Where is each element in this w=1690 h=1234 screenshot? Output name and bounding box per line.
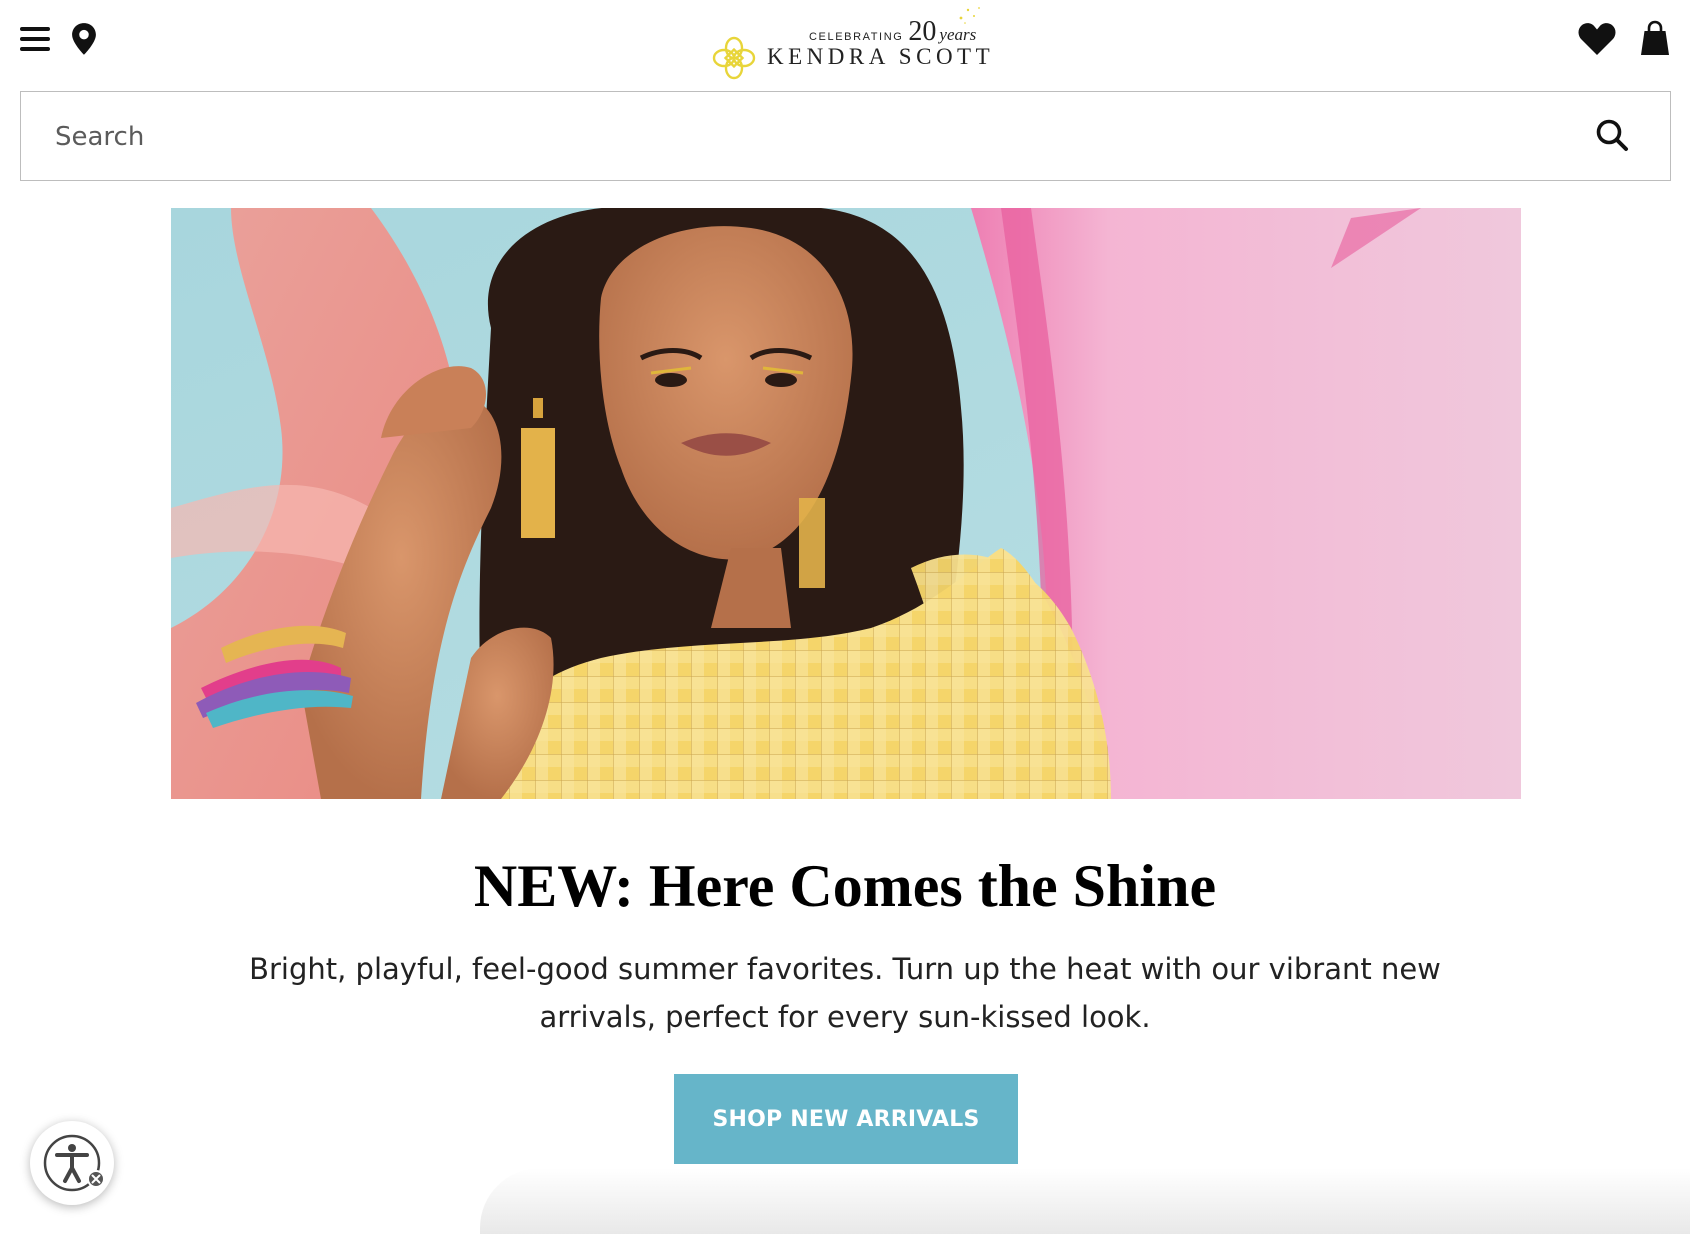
promo-description: Bright, playful, feel-good summer favori… (249, 952, 1441, 1034)
map-pin-icon[interactable] (70, 22, 98, 56)
years-text: years (939, 25, 977, 44)
heart-icon[interactable] (1578, 22, 1616, 56)
sparkle-icon (959, 7, 980, 24)
search-input[interactable] (55, 114, 1505, 160)
logo-flower-icon (712, 36, 756, 80)
search-bar (20, 91, 1671, 181)
hamburger-menu-icon[interactable] (20, 26, 50, 52)
celebrating-text: CELEBRATING (809, 31, 904, 43)
kendra-scott-logo[interactable]: CELEBRATING 20 years KENDRA SCOTT (705, 2, 995, 86)
hero-image[interactable] (171, 208, 1521, 799)
accessibility-widget-button[interactable] (30, 1121, 114, 1205)
shopping-bag-icon[interactable] (1640, 20, 1670, 56)
hero-photo-illustration (171, 208, 1521, 799)
accessibility-person-icon (43, 1134, 105, 1192)
site-header: CELEBRATING 20 years KENDRA SCOTT (0, 0, 1690, 90)
search-icon[interactable] (1593, 116, 1633, 156)
bottom-shadow (480, 1168, 1690, 1234)
promo-headline: NEW: Here Comes the Shine (473, 853, 1217, 919)
page: CELEBRATING 20 years KENDRA SCOTT Search… (0, 0, 1690, 1234)
brand-name: KENDRA SCOTT (767, 44, 995, 69)
shop-new-arrivals-button[interactable]: SHOP NEW ARRIVALS (674, 1074, 1018, 1164)
close-icon[interactable] (87, 1170, 105, 1188)
